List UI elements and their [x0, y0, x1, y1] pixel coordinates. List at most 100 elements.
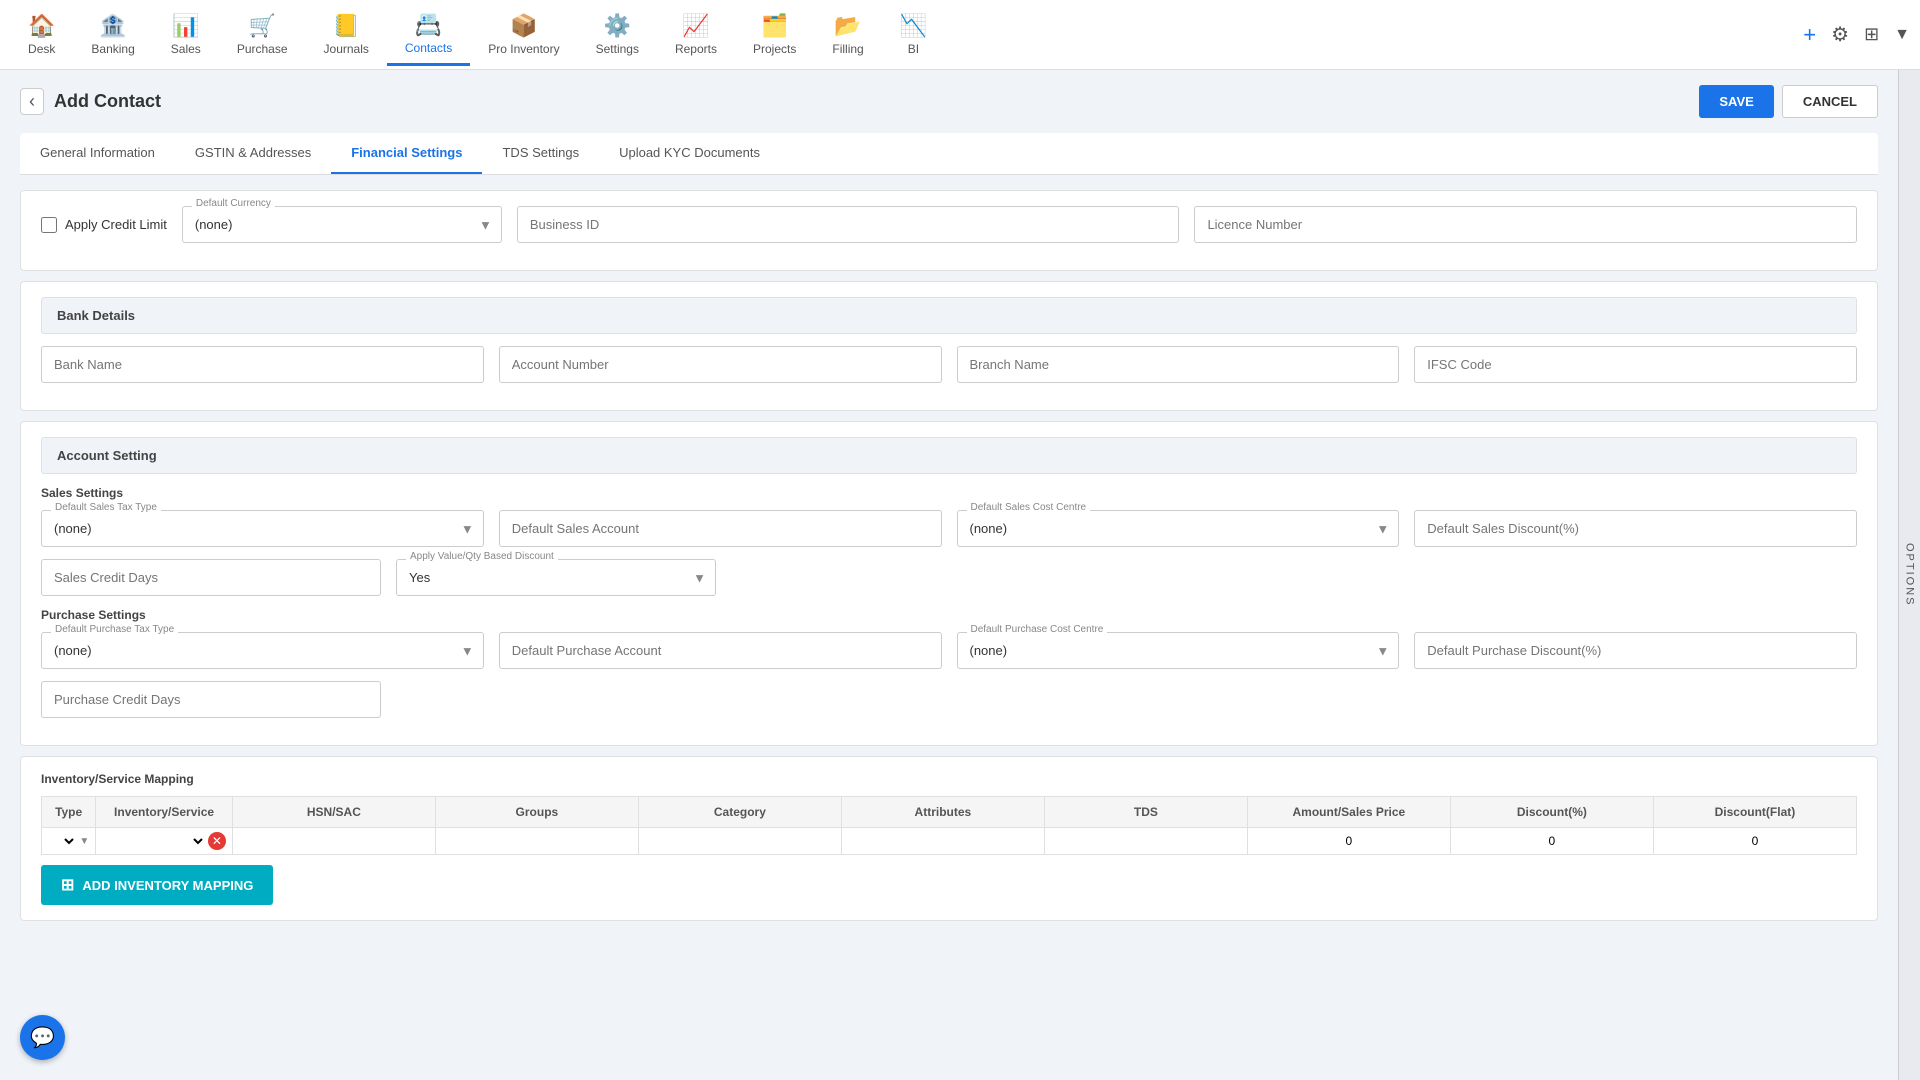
add-icon[interactable]: +	[1803, 22, 1816, 48]
account-setting-header: Account Setting	[41, 437, 1857, 474]
purchase-credit-days-input[interactable]	[41, 681, 381, 718]
page-title: Add Contact	[54, 91, 161, 112]
row-discount-flat-cell	[1653, 828, 1856, 855]
nav-item-journals[interactable]: 📒 Journals	[306, 4, 387, 66]
sales-credit-days-input[interactable]	[41, 559, 381, 596]
default-currency-field: Default Currency (none) ▼	[182, 206, 502, 243]
default-sales-cost-centre-field: Default Sales Cost Centre (none) ▼	[957, 510, 1400, 547]
bi-icon: 📉	[900, 13, 927, 39]
save-button[interactable]: SAVE	[1699, 85, 1773, 118]
account-number-input[interactable]	[499, 346, 942, 383]
tab-kyc[interactable]: Upload KYC Documents	[599, 133, 780, 174]
business-id-field	[517, 206, 1180, 243]
nav-item-bi[interactable]: 📉 BI	[882, 4, 945, 66]
tab-gstin[interactable]: GSTIN & Addresses	[175, 133, 331, 174]
nav-item-sales[interactable]: 📊 Sales	[153, 4, 219, 66]
row-discount-pct-input[interactable]	[1457, 834, 1647, 848]
chevron-down-icon[interactable]: ▼	[1894, 26, 1910, 44]
bank-details-row	[41, 346, 1857, 383]
settings-label: Settings	[596, 42, 639, 56]
row-inventory-cell: ✕	[96, 828, 233, 855]
pro-inventory-icon: 📦	[510, 13, 537, 39]
chat-icon[interactable]: 💬	[20, 1015, 65, 1060]
business-id-input[interactable]	[517, 206, 1180, 243]
table-row: ▼ ✕	[42, 828, 1857, 855]
row-tds-cell	[1044, 828, 1247, 855]
page-header: ‹ Add Contact SAVE CANCEL	[20, 85, 1878, 118]
purchase-row-1: Default Purchase Tax Type (none) ▼ Defau…	[41, 632, 1857, 669]
nav-item-filling[interactable]: 📂 Filling	[814, 4, 881, 66]
row-discount-flat-input[interactable]	[1660, 834, 1850, 848]
grid-icon[interactable]: ⊞	[1864, 24, 1879, 45]
filling-label: Filling	[832, 42, 863, 56]
bank-name-input[interactable]	[41, 346, 484, 383]
branch-name-input[interactable]	[957, 346, 1400, 383]
tab-financial[interactable]: Financial Settings	[331, 133, 482, 174]
mapping-table-wrapper: TypeInventory/ServiceHSN/SACGroupsCatego…	[41, 796, 1857, 855]
settings-icon: ⚙️	[604, 13, 631, 39]
nav-item-pro-inventory[interactable]: 📦 Pro Inventory	[470, 4, 577, 66]
sales-settings-label: Sales Settings	[41, 486, 1857, 500]
nav-item-desk[interactable]: 🏠 Desk	[10, 4, 73, 66]
back-button[interactable]: ‹	[20, 88, 44, 115]
table-column-header: Discount(%)	[1450, 797, 1653, 828]
nav-item-projects[interactable]: 🗂️ Projects	[735, 4, 814, 66]
nav-item-banking[interactable]: 🏦 Banking	[73, 4, 152, 66]
default-purchase-cost-centre-select[interactable]: (none)	[957, 632, 1400, 669]
row-groups-input[interactable]	[442, 834, 632, 848]
apply-credit-limit-checkbox[interactable]	[41, 217, 57, 233]
inventory-mapping-label: Inventory/Service Mapping	[41, 772, 1857, 786]
row-inventory-select[interactable]	[102, 833, 206, 849]
row-tds-input[interactable]	[1051, 834, 1241, 848]
apply-credit-limit-label: Apply Credit Limit	[65, 217, 167, 232]
nav-item-contacts[interactable]: 📇 Contacts	[387, 4, 470, 66]
projects-icon: 🗂️	[761, 13, 788, 39]
ifsc-code-input[interactable]	[1414, 346, 1857, 383]
bank-name-field	[41, 346, 484, 383]
default-sales-account-input[interactable]	[499, 510, 942, 547]
table-column-header: Groups	[435, 797, 638, 828]
default-currency-select[interactable]: (none)	[182, 206, 502, 243]
default-sales-tax-select[interactable]: (none)	[41, 510, 484, 547]
row-amount-input[interactable]	[1254, 834, 1444, 848]
row-amount-cell	[1247, 828, 1450, 855]
nav-item-reports[interactable]: 📈 Reports	[657, 4, 735, 66]
licence-number-field	[1194, 206, 1857, 243]
add-mapping-label: ADD INVENTORY MAPPING	[82, 878, 253, 893]
purchase-settings-label: Purchase Settings	[41, 608, 1857, 622]
purchase-cost-centre-label: Default Purchase Cost Centre	[967, 624, 1108, 635]
delete-row-button[interactable]: ✕	[208, 832, 226, 850]
row-attributes-input[interactable]	[848, 834, 1038, 848]
default-purchase-tax-type-field: Default Purchase Tax Type (none) ▼	[41, 632, 484, 669]
apply-value-qty-select[interactable]: Yes No	[396, 559, 716, 596]
default-purchase-account-input[interactable]	[499, 632, 942, 669]
account-number-field	[499, 346, 942, 383]
licence-number-input[interactable]	[1194, 206, 1857, 243]
nav-item-purchase[interactable]: 🛒 Purchase	[219, 4, 306, 66]
row-attributes-cell	[841, 828, 1044, 855]
sales-row-1: Default Sales Tax Type (none) ▼ Default …	[41, 510, 1857, 547]
nav-right-actions: + ⚙ ⊞ ▼	[1803, 22, 1910, 48]
contacts-icon: 📇	[415, 12, 442, 38]
row-hsn-input[interactable]	[239, 834, 429, 848]
tab-general[interactable]: General Information	[20, 133, 175, 174]
table-column-header: Discount(Flat)	[1653, 797, 1856, 828]
reports-label: Reports	[675, 42, 717, 56]
nav-item-settings[interactable]: ⚙️ Settings	[578, 4, 657, 66]
desk-icon: 🏠	[28, 13, 55, 39]
default-sales-cost-centre-select[interactable]: (none)	[957, 510, 1400, 547]
settings-icon[interactable]: ⚙	[1831, 22, 1849, 47]
default-sales-discount-input[interactable]	[1414, 510, 1857, 547]
options-bar[interactable]: OPTIONS	[1898, 70, 1920, 1080]
row-category-input[interactable]	[645, 834, 835, 848]
default-purchase-discount-input[interactable]	[1414, 632, 1857, 669]
table-column-header: Amount/Sales Price	[1247, 797, 1450, 828]
add-inventory-mapping-button[interactable]: ⊞ ADD INVENTORY MAPPING	[41, 865, 273, 905]
banking-icon: 🏦	[99, 13, 126, 39]
apply-credit-limit-row: Apply Credit Limit	[41, 217, 167, 233]
cancel-button[interactable]: CANCEL	[1782, 85, 1878, 118]
reports-icon: 📈	[682, 13, 709, 39]
default-purchase-tax-select[interactable]: (none)	[41, 632, 484, 669]
row-type-select[interactable]	[48, 833, 77, 849]
tab-tds[interactable]: TDS Settings	[482, 133, 599, 174]
